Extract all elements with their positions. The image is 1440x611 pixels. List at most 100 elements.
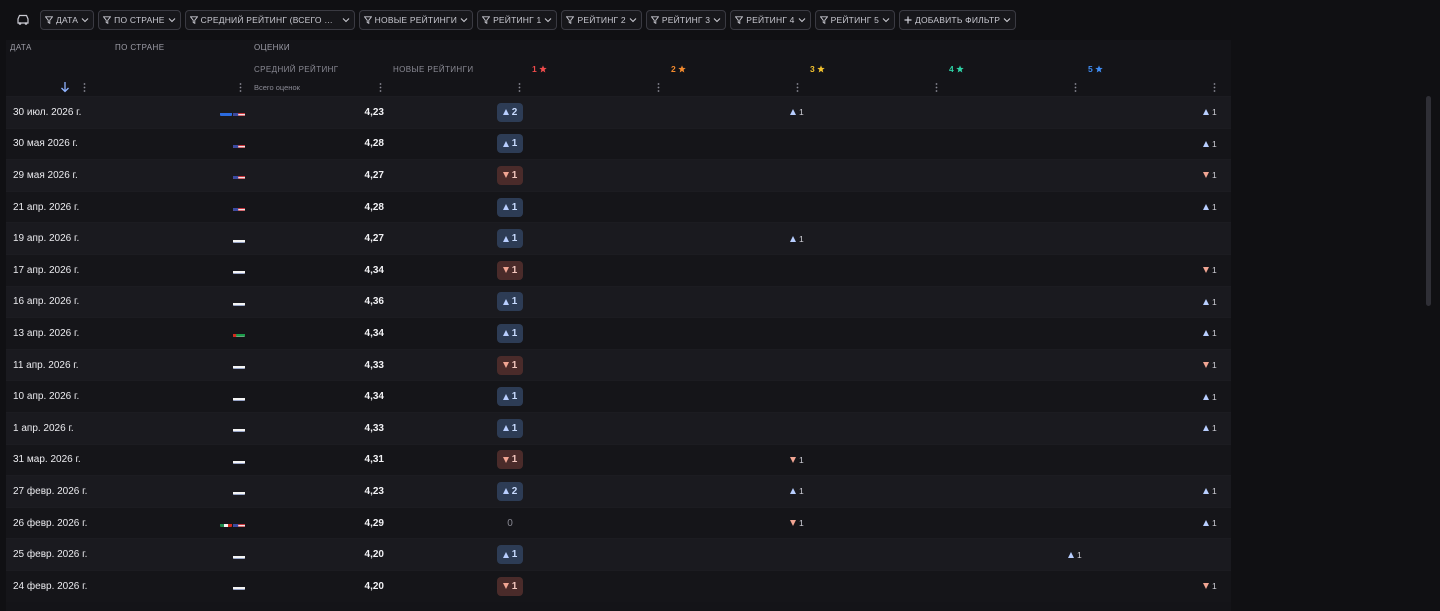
col-header-country[interactable]: ПО СТРАНЕ: [115, 43, 164, 52]
table-row[interactable]: 17 апр. 2026 г. 4,34 1 1: [6, 253, 1231, 286]
avg-rating-cell: 4,20: [364, 580, 384, 592]
table-row[interactable]: 16 апр. 2026 г. 4,36 1 1: [6, 285, 1231, 318]
new-ratings-cell: 1: [396, 571, 523, 602]
trend-up-icon: [502, 393, 509, 400]
new-ratings-cell: 1: [396, 318, 523, 349]
rating-4-change: 1: [1068, 539, 1082, 570]
table-row[interactable]: 19 апр. 2026 г. 4,27 1 1: [6, 222, 1231, 254]
col-header-rating-3[interactable]: 3: [810, 64, 825, 74]
rating-2-change: 1: [790, 223, 804, 254]
column-menu-icon[interactable]: [1071, 82, 1079, 92]
filter-chip[interactable]: РЕЙТИНГ 5: [814, 10, 896, 30]
add-filter-button[interactable]: ДОБАВИТЬ ФИЛЬТР: [899, 10, 1017, 30]
filter-chip[interactable]: ДАТА: [40, 10, 95, 30]
column-menu-icon[interactable]: [236, 82, 244, 92]
date-cell: 25 февр. 2026 г.: [13, 549, 88, 561]
flag-mx-icon: [220, 519, 232, 528]
flag-ru-icon: [233, 266, 245, 275]
new-ratings-cell: 1: [396, 223, 523, 254]
table-row[interactable]: 21 апр. 2026 г. 4,28 1 1: [6, 190, 1231, 223]
rating-2-change: 1: [790, 476, 804, 507]
car-icon[interactable]: [14, 11, 32, 29]
col-header-rating-1[interactable]: 1: [532, 64, 547, 74]
table-row[interactable]: 13 апр. 2026 г. 4,34 1 1: [6, 317, 1231, 349]
rating-2-change: 1: [790, 445, 804, 476]
flag-ae-icon: [233, 329, 245, 338]
avg-rating-cell: 4,33: [364, 422, 384, 434]
trend-up-icon: [1203, 204, 1209, 211]
filter-chip[interactable]: РЕЙТИНГ 2: [561, 10, 642, 30]
col-header-new[interactable]: НОВЫЕ РЕЙТИНГИ: [393, 65, 474, 74]
table-row[interactable]: 31 мар. 2026 г. 4,31 1 1: [6, 443, 1231, 476]
table-row[interactable]: 25 февр. 2026 г. 4,20 1 1: [6, 538, 1231, 570]
table-row[interactable]: 30 июл. 2026 г. 4,23 2 1 1: [6, 96, 1231, 128]
filter-chip[interactable]: ПО СТРАНЕ: [98, 10, 181, 30]
date-cell: 19 апр. 2026 г.: [13, 233, 80, 245]
date-cell: 1 апр. 2026 г.: [13, 422, 74, 434]
trend-up-icon: [502, 140, 509, 147]
col-header-date[interactable]: ДАТА: [10, 43, 32, 52]
table-row[interactable]: 29 мая 2026 г. 4,27 1 1: [6, 159, 1231, 191]
column-menu-icon[interactable]: [376, 82, 384, 92]
trend-up-icon: [1203, 488, 1209, 495]
rating-change-value: 1: [1077, 549, 1082, 560]
rating-change-value: 1: [1212, 107, 1217, 118]
chevron-down-icon: [81, 18, 89, 23]
filter-chip[interactable]: НОВЫЕ РЕЙТИНГИ: [358, 10, 474, 30]
filter-chip[interactable]: РЕЙТИНГ 4: [730, 10, 811, 30]
trend-up-icon: [1203, 425, 1209, 432]
rating-change-value: 1: [1212, 202, 1217, 213]
vertical-scrollbar[interactable]: [1426, 96, 1431, 306]
table-row[interactable]: 10 апр. 2026 г. 4,34 1 1: [6, 380, 1231, 412]
filter-funnel-icon: [650, 16, 659, 24]
date-cell: 10 апр. 2026 г.: [13, 391, 80, 403]
column-menu-icon[interactable]: [932, 82, 940, 92]
trend-up-icon: [1203, 393, 1209, 400]
avg-rating-cell: 4,34: [364, 264, 384, 276]
rating-5-change: 1: [1203, 255, 1217, 286]
column-menu-icon[interactable]: [1210, 82, 1218, 92]
table-row[interactable]: 11 апр. 2026 г. 4,33 1 1: [6, 348, 1231, 381]
filter-funnel-icon: [363, 16, 372, 24]
column-menu-icon[interactable]: [80, 82, 88, 92]
filter-chip-label: РЕЙТИНГ 5: [830, 15, 880, 25]
new-ratings-cell: 1: [396, 381, 523, 412]
avg-rating-cell: 4,28: [364, 201, 384, 213]
col-header-rating-5[interactable]: 5: [1088, 64, 1103, 74]
table-row[interactable]: 26 февр. 2026 г. 4,29 0 1 1: [6, 506, 1231, 539]
filter-chip[interactable]: РЕЙТИНГ 1: [477, 10, 558, 30]
rating-change-value: 1: [1212, 391, 1217, 402]
table-row[interactable]: 1 апр. 2026 г. 4,33 1 1: [6, 411, 1231, 444]
filter-chip[interactable]: РЕЙТИНГ 3: [645, 10, 727, 30]
trend-up-icon: [502, 488, 509, 495]
col-header-avg[interactable]: СРЕДНИЙ РЕЙТИНГ: [254, 65, 339, 74]
trend-up-icon: [1068, 551, 1074, 558]
col-header-rating-4[interactable]: 4: [949, 64, 964, 74]
column-menu-icon[interactable]: [793, 82, 801, 92]
trend-up-icon: [502, 298, 509, 305]
table-row[interactable]: 27 февр. 2026 г. 4,23 2 1 1: [6, 475, 1231, 507]
rating-5-change: 1: [1203, 476, 1217, 507]
table-row[interactable]: 24 февр. 2026 г. 4,20 1 1: [6, 569, 1231, 602]
trend-up-icon: [790, 235, 796, 242]
new-ratings-value: 2: [511, 485, 518, 497]
table-row[interactable]: 30 мая 2026 г. 4,28 1 1: [6, 127, 1231, 160]
star-icon: [539, 65, 547, 73]
new-ratings-badge: 1: [497, 576, 523, 596]
filter-chip[interactable]: СРЕДНИЙ РЕЙТИНГ (ВСЕГО ОЦЕНО...: [184, 10, 355, 30]
filter-chip-label: НОВЫЕ РЕЙТИНГИ: [374, 15, 458, 25]
column-menu-icon[interactable]: [515, 82, 523, 92]
column-menu-icon[interactable]: [654, 82, 662, 92]
new-ratings-badge: 1: [497, 134, 523, 154]
rating-change-value: 1: [1212, 423, 1217, 434]
col-header-rating-2[interactable]: 2: [671, 64, 686, 74]
rating-5-change: 1: [1203, 97, 1217, 128]
new-ratings-cell: 1: [396, 413, 523, 444]
new-ratings-value: 1: [511, 201, 518, 213]
country-flags: [233, 287, 245, 318]
avg-rating-cell: 4,20: [364, 549, 384, 561]
new-ratings-badge: 1: [497, 323, 523, 343]
chevron-down-icon: [1003, 18, 1011, 23]
rating-5-change: 1: [1203, 350, 1217, 381]
flag-ua-icon: [220, 108, 232, 117]
